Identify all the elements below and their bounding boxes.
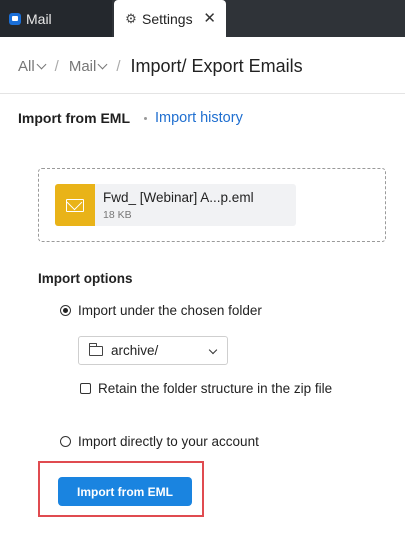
tab-bar: Mail ⚙ Settings ✕: [0, 0, 405, 37]
import-from-eml-button[interactable]: Import from EML: [58, 477, 192, 506]
tab-settings-label: Settings: [142, 10, 193, 27]
subtab-separator-dot: [144, 116, 147, 120]
radio-direct-import[interactable]: [60, 436, 71, 447]
retain-structure-label: Retain the folder structure in the zip f…: [98, 381, 333, 396]
radio-chosen-folder-row[interactable]: Import under the chosen folder: [60, 303, 262, 318]
radio-chosen-folder[interactable]: [60, 305, 71, 316]
gear-icon: ⚙: [125, 10, 137, 26]
radio-chosen-folder-label: Import under the chosen folder: [78, 303, 262, 318]
tab-import-history[interactable]: Import history: [155, 110, 243, 126]
folder-icon: [89, 342, 103, 356]
tab-mail[interactable]: Mail: [0, 0, 112, 37]
breadcrumb-separator: /: [116, 57, 121, 75]
retain-structure-row[interactable]: Retain the folder structure in the zip f…: [80, 381, 332, 396]
file-name: Fwd_ [Webinar] A...p.eml: [103, 190, 254, 205]
tab-mail-label: Mail: [26, 10, 52, 27]
file-card: Fwd_ [Webinar] A...p.eml 18 KB: [55, 184, 296, 226]
breadcrumb-separator: /: [54, 57, 59, 75]
breadcrumb-all-dropdown[interactable]: All: [18, 57, 47, 75]
header-divider: [0, 93, 405, 94]
folder-select-value: archive/: [111, 343, 159, 358]
mail-icon: [9, 12, 21, 25]
chevron-down-icon: [208, 345, 218, 355]
tab-import-from-eml[interactable]: Import from EML: [18, 110, 130, 126]
subtabs: Import from EML Import history: [18, 110, 243, 126]
file-drop-zone[interactable]: Fwd_ [Webinar] A...p.eml 18 KB: [38, 168, 386, 242]
page-title: Import/ Export Emails: [130, 55, 303, 76]
breadcrumb-mail-dropdown[interactable]: Mail: [68, 57, 108, 75]
envelope-icon: [66, 198, 84, 212]
chevron-down-icon: [97, 59, 108, 69]
close-icon[interactable]: ✕: [203, 9, 216, 27]
breadcrumb: All / Mail / Import/ Export Emails: [18, 53, 303, 79]
folder-select[interactable]: archive/: [78, 336, 228, 365]
tab-settings[interactable]: ⚙ Settings ✕: [114, 0, 226, 37]
breadcrumb-mail-label: Mail: [68, 57, 97, 75]
retain-structure-checkbox[interactable]: [80, 383, 91, 394]
breadcrumb-all-label: All: [18, 57, 35, 75]
radio-direct-import-row[interactable]: Import directly to your account: [60, 434, 259, 449]
file-icon-tile: [55, 184, 95, 226]
chevron-down-icon: [36, 59, 47, 69]
import-options-heading: Import options: [38, 271, 133, 286]
radio-direct-import-label: Import directly to your account: [78, 434, 259, 449]
file-size: 18 KB: [103, 209, 132, 221]
